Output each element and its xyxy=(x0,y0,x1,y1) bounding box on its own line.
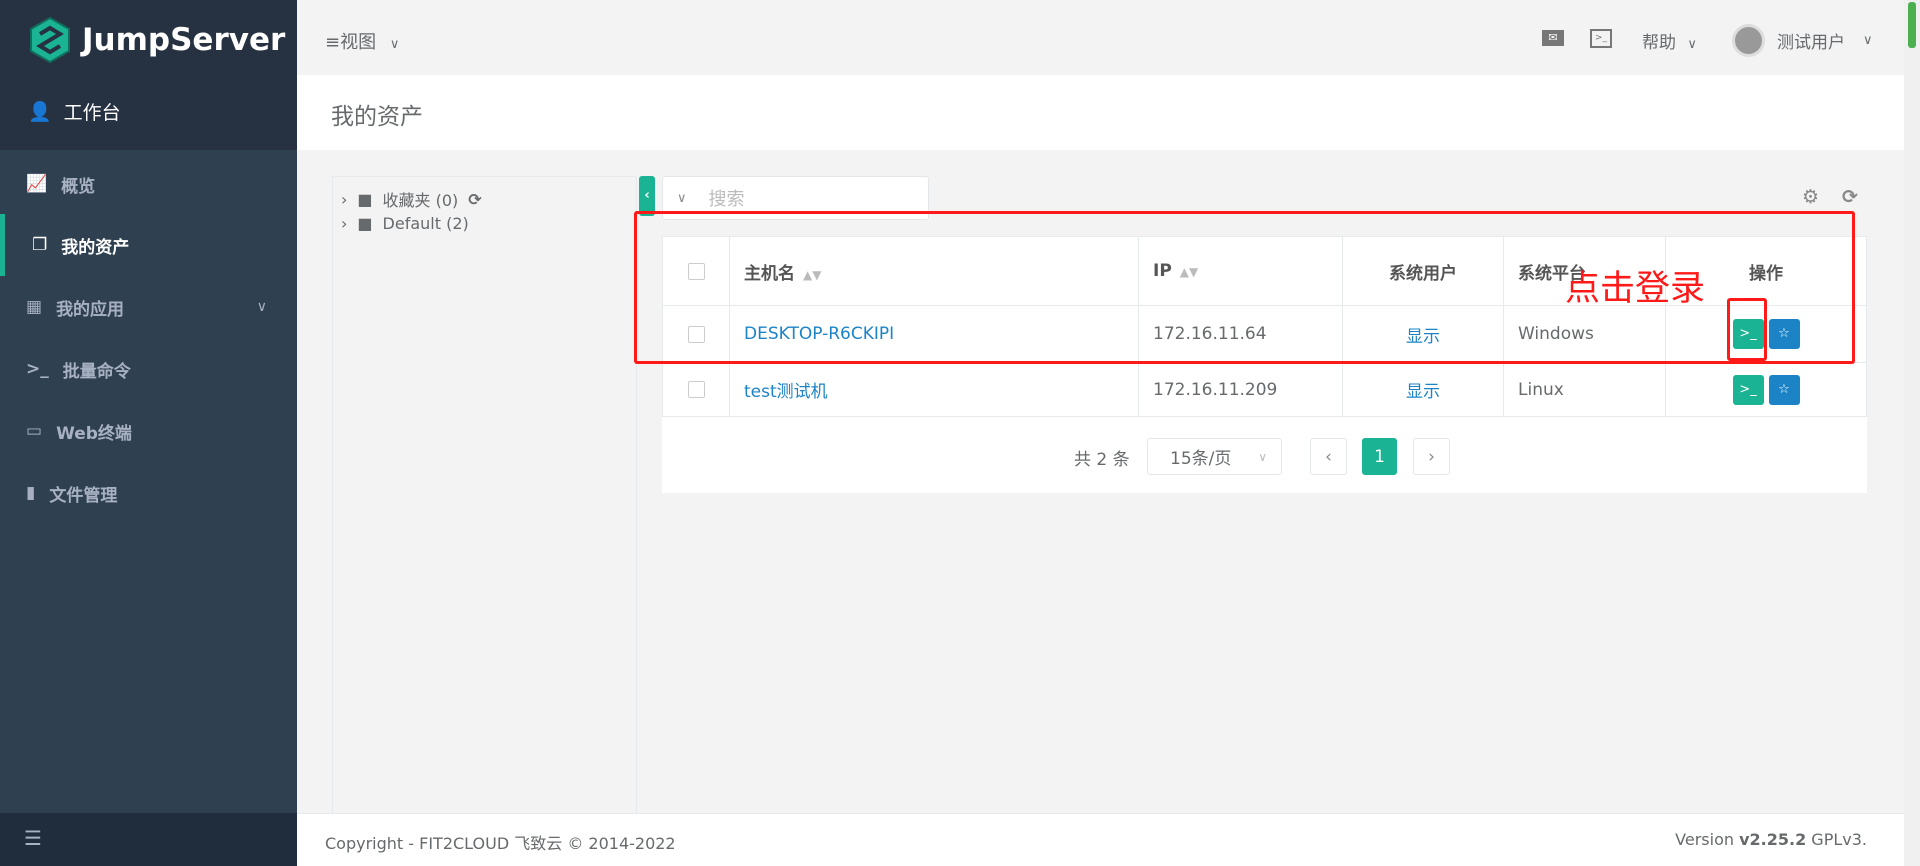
ip-cell: 172.16.11.209 xyxy=(1138,362,1343,417)
workspace-text: 工作台 xyxy=(63,102,121,124)
tree-node-favorites[interactable]: › ■ 收藏夹 (0) ⟳ xyxy=(341,187,482,211)
nav-label: Web终端 xyxy=(56,423,132,444)
sidebar-item-batch-command[interactable]: >_ 批量命令 xyxy=(0,338,297,400)
menu-icon: ≡ xyxy=(325,32,341,53)
brand-name: JumpServer xyxy=(82,22,286,58)
help-label: 帮助 xyxy=(1642,33,1676,53)
page-title: 我的资产 xyxy=(331,104,423,130)
sidebar-header: JumpServer 👤 工作台 xyxy=(0,0,297,150)
tree-node-label: Default (2) xyxy=(382,214,469,233)
annotation-text: 点击登录 xyxy=(1565,269,1706,309)
area-chart-icon: 📈 xyxy=(26,174,48,194)
jumpserver-logo-icon xyxy=(30,16,70,64)
next-page-button[interactable]: › xyxy=(1413,438,1450,475)
web-terminal-icon[interactable]: >_ xyxy=(1590,29,1612,48)
chevron-down-icon: ∨ xyxy=(1687,37,1697,52)
footer: Copyright - FIT2CLOUD 飞致云 © 2014-2022 Ve… xyxy=(297,813,1904,866)
annotation-box-connect xyxy=(1727,298,1767,361)
nav-label: 文件管理 xyxy=(49,485,118,506)
tree-node-default[interactable]: › ■ Default (2) xyxy=(341,214,469,233)
prev-page-button[interactable]: ‹ xyxy=(1310,438,1347,475)
view-label: 视图 xyxy=(340,32,377,53)
chevron-right-icon: › xyxy=(341,214,348,233)
tree-node-label: 收藏夹 (0) xyxy=(382,191,459,210)
collapse-sidebar-button[interactable]: ☰ xyxy=(0,813,297,866)
nav-label: 概览 xyxy=(61,176,96,197)
window-icon: ▭ xyxy=(26,421,43,441)
row-checkbox[interactable] xyxy=(687,381,705,398)
platform-cell: Linux xyxy=(1503,362,1666,417)
top-navbar: ≡视图 ∨ ✉ >_ 帮助 ∨ 测试用户 ∨ xyxy=(297,0,1904,75)
sidebar-item-my-assets[interactable]: ❐ 我的资产 xyxy=(0,214,297,276)
menu-collapse-icon: ☰ xyxy=(24,826,42,850)
view-menu[interactable]: ≡视图 ∨ xyxy=(325,28,399,54)
grid-icon: ▦ xyxy=(26,297,43,317)
version: Version v2.25.2 GPLv3. xyxy=(1675,830,1867,849)
folder-icon: ■ xyxy=(357,214,373,233)
favorite-star-button[interactable]: ☆ xyxy=(1768,374,1800,405)
workspace-label[interactable]: 👤 工作台 xyxy=(28,98,121,125)
logo[interactable]: JumpServer xyxy=(28,16,285,64)
page-heading: 我的资产 xyxy=(297,75,1904,150)
refresh-icon[interactable]: ⟳ xyxy=(468,190,481,209)
user-icon: 👤 xyxy=(28,101,52,123)
chevron-right-icon: › xyxy=(341,189,348,209)
folder-icon: ■ xyxy=(357,189,373,209)
avatar xyxy=(1732,24,1765,57)
chevron-left-icon: ‹ xyxy=(644,188,650,203)
settings-gear-icon[interactable]: ⚙ xyxy=(1802,186,1819,208)
table-row: test测试机 172.16.11.209 显示 Linux >_ ☆ xyxy=(662,362,1867,417)
refresh-icon[interactable]: ⟳ xyxy=(1842,186,1858,208)
user-name: 测试用户 xyxy=(1777,33,1845,53)
sidebar-item-web-terminal[interactable]: ▭ Web终端 xyxy=(0,400,297,462)
nav-label: 批量命令 xyxy=(62,361,131,382)
chevron-down-icon: ∨ xyxy=(256,299,267,315)
assets-icon: ❐ xyxy=(32,235,48,255)
hostname-link[interactable]: test测试机 xyxy=(744,382,828,402)
nav-label: 我的应用 xyxy=(56,299,125,320)
sidebar-item-file-manager[interactable]: ▮ 文件管理 xyxy=(0,462,297,524)
sidebar-item-overview[interactable]: 📈 概览 xyxy=(0,153,297,215)
page-size-select[interactable]: 15条/页 ∨ xyxy=(1147,438,1282,475)
chevron-down-icon: ∨ xyxy=(1863,33,1873,48)
scrollbar[interactable] xyxy=(1904,0,1920,866)
asset-tree: › ■ 收藏夹 (0) ⟳ › ■ Default (2) xyxy=(332,176,637,813)
page-1-button[interactable]: 1 xyxy=(1362,438,1397,475)
chevron-down-icon: ∨ xyxy=(1258,449,1267,464)
total-count: 共 2 条 xyxy=(1074,450,1130,470)
chevron-down-icon: ∨ xyxy=(677,190,687,206)
connect-terminal-button[interactable]: >_ xyxy=(1732,374,1764,405)
sidebar-item-my-apps[interactable]: ▦ 我的应用 ∨ xyxy=(0,276,297,338)
terminal-icon: >_ xyxy=(26,359,49,379)
toggle-tree-button[interactable]: ‹ xyxy=(639,176,655,216)
user-menu[interactable]: 测试用户 ∨ xyxy=(1732,24,1873,57)
copyright: Copyright - FIT2CLOUD 飞致云 © 2014-2022 xyxy=(325,834,676,853)
show-system-user-link[interactable]: 显示 xyxy=(1406,382,1440,402)
file-icon: ▮ xyxy=(26,483,36,503)
nav-label: 我的资产 xyxy=(61,237,130,258)
search-placeholder: 搜索 xyxy=(708,189,745,210)
mail-icon[interactable]: ✉ xyxy=(1542,30,1564,46)
sidebar: JumpServer 👤 工作台 📈 概览 ❐ 我的资产 ▦ 我的应用 ∨ >_ 批量命令 … xyxy=(0,0,297,866)
help-menu[interactable]: 帮助 ∨ xyxy=(1642,28,1697,53)
chevron-down-icon: ∨ xyxy=(389,37,400,52)
